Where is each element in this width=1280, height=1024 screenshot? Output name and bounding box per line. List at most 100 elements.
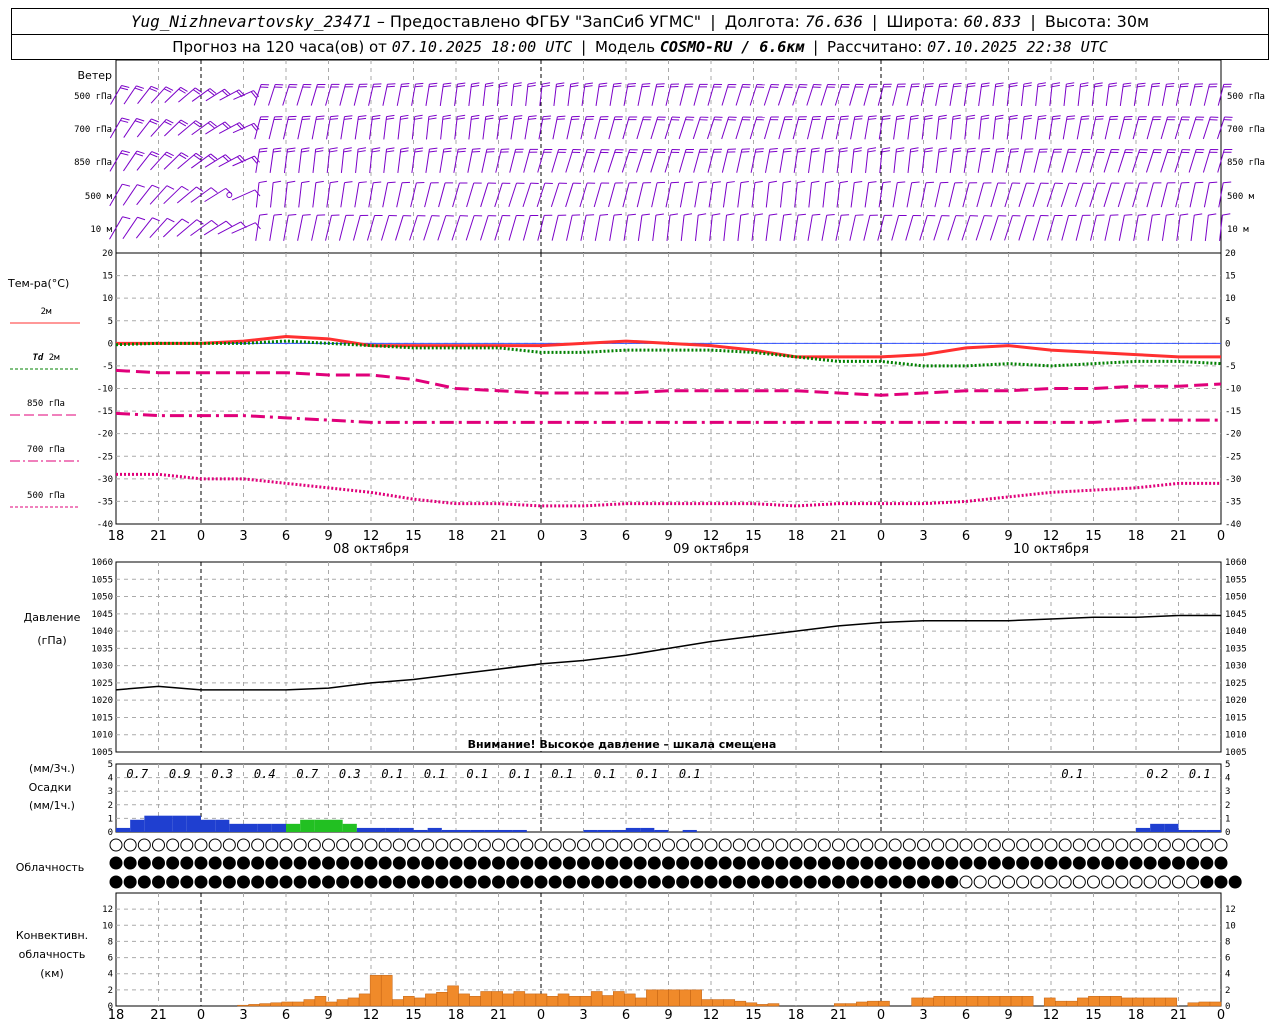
wind-barb-flag	[896, 147, 905, 150]
wind-barb	[933, 215, 943, 241]
y-tick-label-left: 0	[108, 339, 113, 349]
wind-barb-flag	[372, 117, 381, 120]
wind-barb-flag	[122, 216, 131, 220]
x-tick-label: 3	[919, 529, 927, 544]
convective-bar	[1043, 997, 1056, 1007]
wind-barb	[651, 182, 658, 208]
wind-barb	[425, 84, 430, 106]
wind-barb	[311, 215, 318, 241]
wind-barb	[850, 116, 856, 140]
wind-barb	[1131, 149, 1141, 173]
y-tick-label-left: -20	[97, 430, 113, 440]
wind-barb	[636, 116, 644, 140]
wind-barb	[425, 149, 430, 173]
wind-barb	[906, 182, 913, 208]
y-tick-label-right: -35	[1225, 497, 1241, 507]
wind-barb	[550, 182, 560, 208]
convective-bar	[745, 1002, 758, 1007]
wind-barb	[468, 116, 472, 140]
cloud-cover-symbol	[888, 838, 902, 852]
wind-barb	[765, 182, 770, 208]
wind-barb-flag	[343, 117, 353, 120]
wind-barb-flag	[853, 150, 862, 153]
wind-barb	[467, 149, 474, 173]
cloud-cover-symbol	[407, 838, 420, 852]
cloud-cover-symbol	[322, 875, 335, 889]
y-tick-label-right: 5	[1225, 317, 1230, 327]
cloud-cover-symbol	[293, 856, 307, 870]
cloud-cover-symbol	[987, 875, 1001, 889]
convective-bar	[701, 999, 713, 1007]
wind-barb-flag	[1166, 83, 1175, 85]
wind-barb	[1204, 215, 1209, 241]
y-tick-label-left: 3	[108, 787, 113, 797]
wind-barb-flag	[499, 84, 508, 88]
wind-barb-flag	[149, 153, 158, 158]
convective-bar	[1055, 1000, 1067, 1007]
cloud-cover-symbol	[449, 875, 463, 889]
y-tick-label-left: 10	[102, 294, 113, 304]
wind-barb-flag	[151, 118, 159, 123]
wind-barb	[339, 84, 346, 106]
wind-barb	[962, 182, 970, 208]
wind-barb	[383, 149, 388, 173]
wind-barb	[267, 84, 276, 106]
cloud-cover-symbol	[1058, 875, 1072, 889]
cloud-cover-symbol	[237, 838, 250, 852]
wind-barb	[990, 182, 999, 208]
convective-bar	[977, 996, 990, 1007]
cloud-cover-symbol	[619, 875, 633, 889]
wind-barb	[1118, 215, 1125, 241]
wind-barb-flag	[471, 114, 480, 118]
wind-barb	[395, 215, 404, 241]
x-tick-label: 6	[622, 529, 630, 544]
cloud-cover-symbol	[775, 856, 789, 870]
wind-barb-flag	[967, 150, 976, 153]
wind-panel: Ветер 500 гПа 500 гПа 700 гПа 700 гПа 850 гПа…	[74, 59, 1265, 254]
convective-bar	[679, 989, 691, 1007]
wind-barb	[122, 216, 138, 240]
y-tick-label-right: -5	[1225, 362, 1236, 372]
wind-barb-flag	[641, 85, 650, 88]
wind-barb-flag	[344, 181, 353, 184]
wind-barb-flag	[669, 213, 679, 216]
wind-barb-flag	[1037, 82, 1046, 85]
cloud-cover-symbol	[888, 856, 902, 870]
wind-barb-flag	[316, 115, 325, 118]
wind-barb	[298, 149, 303, 173]
wind-barb-flag	[584, 85, 593, 88]
wind-barb-flag	[414, 114, 423, 118]
wind-barb	[270, 182, 274, 208]
wind-barb	[652, 215, 657, 241]
wind-barb	[136, 118, 152, 138]
wind-level-label-right: 700 гПа	[1227, 125, 1265, 135]
wind-barb-flag	[600, 214, 609, 216]
y-tick-label-right: 1015	[1225, 713, 1247, 723]
wind-barb	[522, 215, 531, 241]
convective-bar	[878, 1000, 890, 1007]
precip-bar	[172, 815, 187, 832]
y-tick-label-left: -10	[97, 385, 113, 395]
convective-bar	[535, 993, 548, 1007]
wind-barb-flag	[499, 117, 508, 120]
cloud-cover-symbol	[1129, 875, 1143, 889]
wind-barb-flag	[259, 147, 268, 150]
wind-barb-flag	[1066, 82, 1075, 85]
x-tick-label: 18	[1128, 529, 1145, 544]
wind-barb	[297, 215, 304, 241]
wind-barb-flag	[854, 115, 863, 118]
date-label: 09 октября	[673, 542, 749, 557]
x-tick-label: 21	[150, 529, 167, 544]
cloud-cover-symbol	[307, 856, 321, 870]
precip-3h-total: 0.1	[1189, 767, 1211, 781]
wind-barb	[1104, 116, 1111, 140]
cloud-cover-symbol	[208, 838, 222, 852]
wind-barb-flag	[273, 150, 282, 153]
wind-barb-flag	[1137, 85, 1146, 88]
precip-bar	[498, 829, 513, 832]
precip-bar	[1150, 823, 1165, 832]
cloud-cover-symbol	[1129, 838, 1143, 852]
wind-barb-flag	[655, 213, 664, 216]
precip-3h-total: 0.1	[509, 767, 531, 781]
cloud-cover-symbol	[435, 875, 449, 889]
